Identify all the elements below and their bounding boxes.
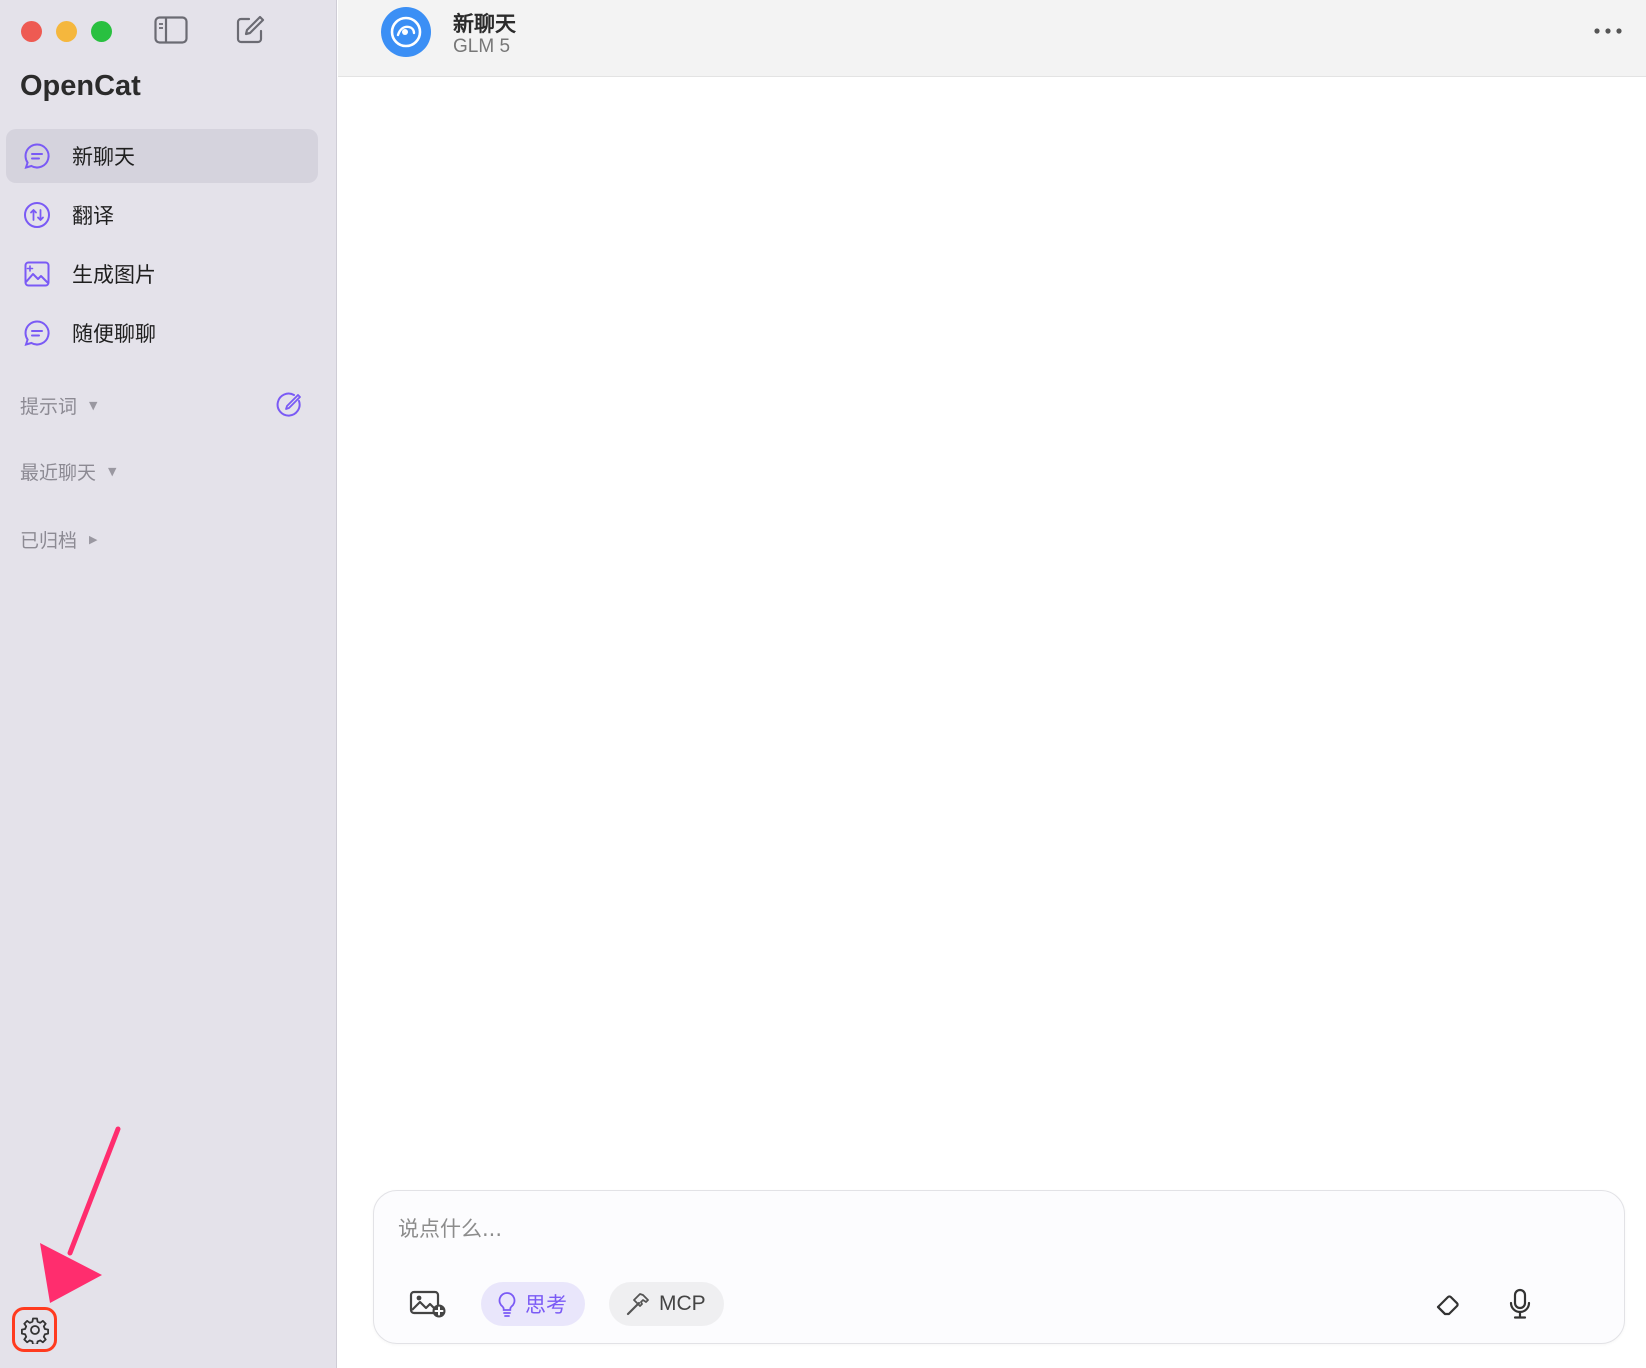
- gear-icon: [20, 1317, 49, 1344]
- message-input[interactable]: [398, 1217, 1548, 1241]
- microphone-icon: [1509, 1288, 1531, 1319]
- edit-prompt-icon[interactable]: [274, 391, 304, 421]
- app-title: OpenCat: [20, 70, 141, 102]
- mcp-label: MCP: [659, 1292, 706, 1315]
- sidebar-item-translate[interactable]: 翻译: [6, 188, 318, 242]
- chevron-down-icon: ▼: [89, 399, 98, 412]
- compose-icon[interactable]: [232, 14, 268, 46]
- settings-button[interactable]: [12, 1307, 57, 1352]
- section-title: 提示词: [20, 396, 78, 418]
- section-title: 最近聊天: [20, 462, 97, 484]
- hammer-icon: [626, 1293, 649, 1316]
- message-composer: 思考 MCP: [373, 1190, 1625, 1344]
- window-controls: [21, 21, 112, 42]
- minimize-window-button[interactable]: [56, 21, 77, 42]
- image-add-icon: [409, 1290, 446, 1318]
- section-archived[interactable]: 已归档 ▶: [20, 526, 310, 553]
- add-image-button[interactable]: [406, 1285, 450, 1323]
- close-window-button[interactable]: [21, 21, 42, 42]
- think-label: 思考: [525, 1293, 567, 1317]
- mcp-toggle[interactable]: MCP: [609, 1282, 724, 1326]
- sidebar-item-new-chat[interactable]: 新聊天: [6, 129, 318, 183]
- chat-title: 新聊天: [453, 12, 516, 36]
- eraser-icon: [1436, 1295, 1459, 1316]
- chat-header: 新聊天 GLM 5: [338, 0, 1646, 77]
- sidebar-item-casual-chat[interactable]: 随便聊聊: [6, 306, 318, 360]
- lightbulb-icon: [498, 1292, 516, 1317]
- image-generate-icon: [22, 259, 52, 289]
- zoom-window-button[interactable]: [91, 21, 112, 42]
- toggle-sidebar-icon[interactable]: [153, 14, 189, 46]
- sidebar-item-label: 生成图片: [72, 263, 156, 287]
- voice-input-button[interactable]: [1500, 1283, 1540, 1325]
- model-avatar[interactable]: [381, 7, 431, 57]
- chevron-down-icon: ▼: [108, 465, 117, 478]
- clear-context-button[interactable]: [1429, 1285, 1469, 1325]
- model-name[interactable]: GLM 5: [453, 36, 510, 58]
- chat-bubble-icon: [22, 141, 52, 171]
- think-toggle[interactable]: 思考: [481, 1282, 585, 1326]
- section-recent-chats[interactable]: 最近聊天 ▼: [20, 458, 310, 485]
- sidebar-item-label: 随便聊聊: [72, 322, 156, 346]
- sidebar-nav: 新聊天 翻译 生成图片 随便聊聊: [6, 129, 318, 365]
- model-logo-icon: [390, 16, 422, 48]
- pointer-arrow-icon: [40, 1126, 121, 1303]
- more-options-icon[interactable]: [1588, 18, 1628, 44]
- sidebar-item-generate-image[interactable]: 生成图片: [6, 247, 318, 301]
- sidebar-item-label: 翻译: [72, 204, 114, 228]
- sidebar-item-label: 新聊天: [72, 145, 135, 169]
- section-prompts[interactable]: 提示词 ▼: [20, 392, 310, 419]
- translate-icon: [22, 200, 52, 230]
- chat-bubble-icon: [22, 318, 52, 348]
- sidebar: OpenCat 新聊天 翻译 生成图片 随便聊聊 提示词 ▼ 最近聊天 ▼ 已归…: [0, 0, 337, 1368]
- section-title: 已归档: [20, 530, 78, 552]
- chevron-right-icon: ▶: [89, 533, 98, 546]
